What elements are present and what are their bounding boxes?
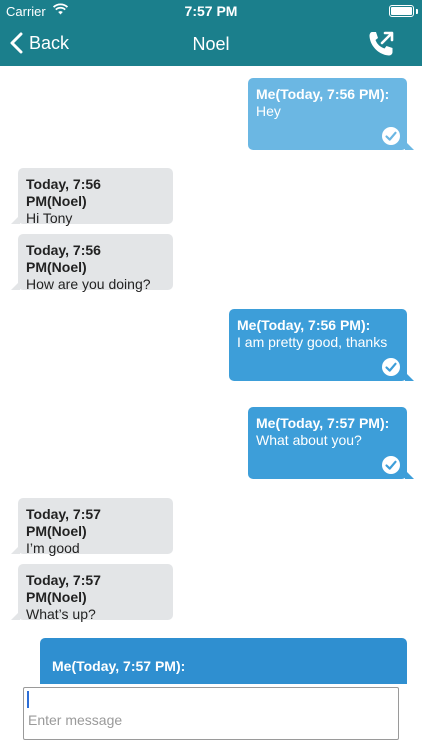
- message-text: What about you?: [256, 432, 362, 448]
- header: Carrier 7:57 PM Back Noel: [0, 0, 422, 66]
- message-meta: Today, 7:57 PM(Noel): [26, 572, 101, 605]
- message-meta: Today, 7:56 PM(Noel): [26, 242, 101, 275]
- message-composer: [0, 684, 422, 750]
- bubble-tail: [405, 470, 414, 479]
- message-input[interactable]: [23, 687, 399, 740]
- message-text: How are you doing?: [26, 276, 151, 292]
- message-meta: Me(Today, 7:56 PM):: [237, 317, 371, 333]
- bubble-tail: [11, 545, 20, 554]
- message-text: Hey: [256, 103, 281, 119]
- message-list[interactable]: Me(Today, 7:56 PM): Hey Today, 7:56 PM(N…: [0, 66, 422, 684]
- back-label: Back: [29, 32, 70, 53]
- message-bubble-incoming[interactable]: Today, 7:57 PM(Noel) What’s up?: [11, 564, 173, 622]
- message-meta: Me(Today, 7:56 PM):: [256, 86, 390, 102]
- message-bubble-outgoing[interactable]: Me(Today, 7:56 PM): I am pretty good, th…: [229, 309, 414, 381]
- delivered-check-icon: [382, 358, 400, 376]
- status-time: 7:57 PM: [184, 3, 238, 19]
- delivered-check-icon: [382, 127, 400, 145]
- battery-nub: [416, 9, 418, 14]
- bubble-tail: [11, 281, 20, 290]
- message-meta: Today, 7:57 PM(Noel): [26, 506, 101, 539]
- message-meta: Today, 7:56 PM(Noel): [26, 176, 101, 209]
- message-text: I’m good: [26, 540, 80, 556]
- message-bubble-incoming[interactable]: Today, 7:56 PM(Noel) Hi Tony: [11, 168, 173, 226]
- message-bubble-incoming[interactable]: Today, 7:56 PM(Noel) How are you doing?: [11, 234, 173, 292]
- call-button[interactable]: [366, 29, 396, 64]
- chevron-left-icon: [10, 32, 23, 54]
- message-bubble-incoming[interactable]: Today, 7:57 PM(Noel) I’m good: [11, 498, 173, 556]
- message-bubble-outgoing[interactable]: Me(Today, 7:57 PM):: [40, 638, 407, 684]
- message-bubble-outgoing[interactable]: Me(Today, 7:57 PM): What about you?: [248, 407, 414, 479]
- message-text: Hi Tony: [26, 210, 73, 226]
- message-meta: Me(Today, 7:57 PM):: [256, 415, 390, 431]
- status-bar: Carrier 7:57 PM: [0, 0, 422, 22]
- bubble-tail: [405, 372, 414, 381]
- battery-icon: [389, 5, 414, 17]
- bubble-tail: [405, 141, 414, 150]
- text-cursor: [27, 691, 29, 708]
- battery-level: [391, 7, 412, 15]
- back-button[interactable]: Back: [10, 32, 69, 54]
- bubble-tail: [11, 611, 20, 620]
- message-bubble-outgoing[interactable]: Me(Today, 7:56 PM): Hey: [248, 78, 414, 150]
- message-text: What’s up?: [26, 606, 96, 622]
- delivered-check-icon: [382, 456, 400, 474]
- bubble-tail: [11, 215, 20, 224]
- message-text: I am pretty good, thanks: [237, 334, 388, 350]
- nav-bar: Back Noel: [0, 22, 422, 66]
- phone-outgoing-icon: [369, 31, 394, 56]
- message-meta: Me(Today, 7:57 PM):: [52, 658, 186, 674]
